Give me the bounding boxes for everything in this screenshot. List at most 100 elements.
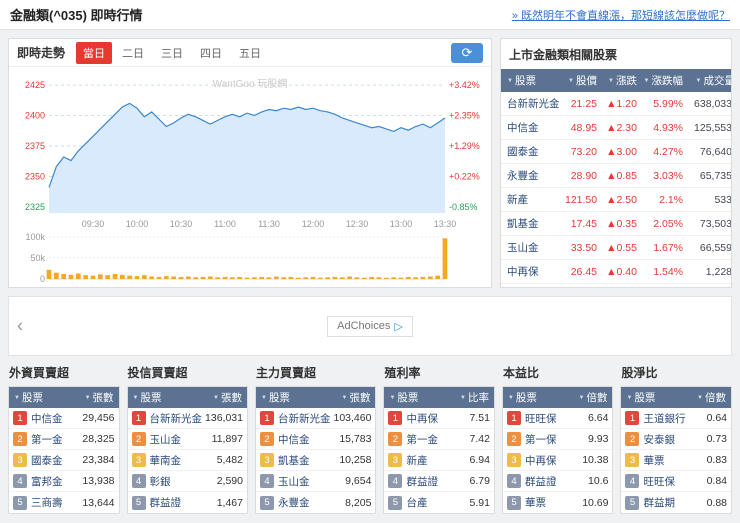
rank-stock-name[interactable]: 第一保	[525, 432, 557, 447]
refresh-button[interactable]: ⟳	[451, 43, 483, 63]
rank-stock-name[interactable]: 台產	[406, 495, 427, 510]
main-content: 即時走勢 當日二日三日四日五日 ⟳ 2425+3.42%2400+2.35%23…	[0, 30, 740, 288]
rank-badge: 2	[132, 432, 146, 446]
rank-stock-name[interactable]: 玉山金	[150, 432, 182, 447]
rank-stock-name[interactable]: 彰銀	[150, 474, 171, 489]
ad-prev-arrow[interactable]: ‹	[17, 316, 23, 337]
stock-col-header[interactable]: ▼成交量	[685, 69, 732, 92]
rank-stock-name[interactable]: 安泰銀	[643, 432, 675, 447]
stock-col-header[interactable]: ▼股票	[501, 69, 563, 92]
rank-stock-name[interactable]: 群益證	[406, 474, 438, 489]
rank-stock-name[interactable]: 國泰金	[31, 453, 63, 468]
svg-text:12:00: 12:00	[302, 219, 325, 229]
rank-stock-name[interactable]: 玉山金	[278, 474, 310, 489]
rank-value: 0.83	[704, 454, 727, 466]
rank-value: 15,783	[336, 433, 371, 445]
stock-col-header[interactable]: ▼股價	[563, 69, 599, 92]
adchoices-badge[interactable]: AdChoices ▷	[327, 316, 413, 337]
tab-二日[interactable]: 二日	[115, 42, 151, 64]
refresh-icon: ⟳	[462, 45, 473, 60]
rank-col-stock[interactable]: ▼股票	[14, 390, 43, 405]
rank-table-box: ▼股票▼倍數1旺旺保6.642第一保9.933中再保10.384群益證10.65…	[502, 386, 614, 514]
stock-name[interactable]: 永豐金	[501, 164, 563, 188]
stock-name[interactable]: 中信金	[501, 116, 563, 140]
stock-volume: 73,503	[685, 212, 732, 236]
rank-stock-name[interactable]: 華票	[525, 495, 546, 510]
stock-change: ▲2.50	[599, 188, 639, 212]
stock-name[interactable]: 國泰金	[501, 140, 563, 164]
stock-volume: 25,016	[685, 284, 732, 289]
stock-name[interactable]: 華南金	[501, 284, 563, 289]
rank-col-stock[interactable]: ▼股票	[626, 390, 655, 405]
rank-stock-name[interactable]: 中信金	[278, 432, 310, 447]
rank-col-value[interactable]: ▼張數	[342, 390, 371, 405]
rank-stock-name[interactable]: 群益證	[525, 474, 557, 489]
rank-badge: 2	[13, 432, 27, 446]
rank-stock-name[interactable]: 富邦金	[31, 474, 63, 489]
stock-name[interactable]: 台新新光金	[501, 92, 563, 116]
rank-stock-name[interactable]: 第一金	[406, 432, 438, 447]
stock-change: ▲2.30	[599, 116, 639, 140]
rank-stock-name[interactable]: 旺旺保	[525, 411, 557, 426]
rank-stock-name[interactable]: 永豐金	[278, 495, 310, 510]
stock-change: ▲1.20	[599, 92, 639, 116]
rank-col-stock[interactable]: ▼股票	[261, 390, 290, 405]
rank-stock-name[interactable]: 華南金	[150, 453, 182, 468]
rank-col-value[interactable]: ▼倍數	[579, 390, 608, 405]
rank-value: 9.93	[585, 433, 608, 445]
stock-name[interactable]: 中再保	[501, 260, 563, 284]
promo-link[interactable]: » 既然明年不會直線漲，那短線該怎麼做呢？	[512, 7, 730, 23]
rank-stock-name[interactable]: 台新新光金	[278, 411, 331, 426]
stock-name[interactable]: 玉山金	[501, 236, 563, 260]
rank-stock-name[interactable]: 三商壽	[31, 495, 63, 510]
rank-col-stock[interactable]: ▼股票	[389, 390, 418, 405]
rank-badge: 2	[388, 432, 402, 446]
stock-col-header[interactable]: ▼漲跌	[599, 69, 639, 92]
rank-stock-name[interactable]: 王道銀行	[643, 411, 685, 426]
rank-stock-name[interactable]: 台新新光金	[150, 411, 203, 426]
rank-col-stock[interactable]: ▼股票	[133, 390, 162, 405]
rank-stock-name[interactable]: 凱基金	[278, 453, 310, 468]
adchoices-label: AdChoices	[337, 320, 390, 332]
rank-stock-name[interactable]: 群益期	[643, 495, 675, 510]
rank-row: 3華南金5,482	[128, 450, 247, 471]
svg-text:13:00: 13:00	[390, 219, 413, 229]
rank-stock-name[interactable]: 第一金	[31, 432, 63, 447]
rank-value: 10.6	[585, 475, 608, 487]
stock-col-header[interactable]: ▼漲跌幅	[639, 69, 685, 92]
tab-三日[interactable]: 三日	[154, 42, 190, 64]
stock-volume: 76,640	[685, 140, 732, 164]
price-volume-chart[interactable]: 2425+3.42%2400+2.35%2375+1.29%2350+0.22%…	[9, 67, 491, 287]
tab-四日[interactable]: 四日	[193, 42, 229, 64]
stock-name[interactable]: 新產	[501, 188, 563, 212]
rank-table: 外資買賣超▼股票▼張數1中信金29,4562第一金28,3253國泰金23,38…	[8, 362, 120, 514]
rank-stock-name[interactable]: 中再保	[406, 411, 438, 426]
rank-stock-name[interactable]: 新產	[406, 453, 427, 468]
tab-當日[interactable]: 當日	[76, 42, 112, 64]
stock-row: 台新新光金21.25▲1.205.99%638,033	[501, 92, 732, 116]
rank-table: 股淨比▼股票▼倍數1王道銀行0.642安泰銀0.733華票0.834旺旺保0.8…	[620, 362, 732, 514]
rank-col-value[interactable]: ▼倍數	[697, 390, 726, 405]
rank-table-header: ▼股票 ▼張數	[9, 387, 119, 408]
rank-col-value[interactable]: ▼張數	[85, 390, 114, 405]
stock-name[interactable]: 凱基金	[501, 212, 563, 236]
tab-五日[interactable]: 五日	[232, 42, 268, 64]
rank-stock-name[interactable]: 中信金	[31, 411, 63, 426]
rank-stock-name[interactable]: 中再保	[525, 453, 557, 468]
rank-row: 3中再保10.38	[503, 450, 613, 471]
chart-panel-label: 即時走勢	[17, 44, 65, 61]
stock-row: 中信金48.95▲2.304.93%125,553	[501, 116, 732, 140]
rank-table-box: ▼股票▼倍數1王道銀行0.642安泰銀0.733華票0.834旺旺保0.845群…	[620, 386, 732, 514]
rank-stock-name[interactable]: 華票	[643, 453, 664, 468]
rank-stock-name[interactable]: 旺旺保	[643, 474, 675, 489]
rank-col-value[interactable]: ▼比率	[460, 390, 489, 405]
rank-row: 5永豐金8,205	[256, 492, 375, 513]
sort-icon: ▼	[460, 395, 466, 401]
rank-row: 1中再保7.51	[384, 408, 494, 429]
stock-price: 73.20	[563, 140, 599, 164]
rank-stock-name[interactable]: 群益證	[150, 495, 182, 510]
rank-col-stock[interactable]: ▼股票	[508, 390, 537, 405]
rank-col-value[interactable]: ▼張數	[213, 390, 242, 405]
stock-change: ▲0.45	[599, 284, 639, 289]
rank-badge: 1	[132, 411, 146, 425]
